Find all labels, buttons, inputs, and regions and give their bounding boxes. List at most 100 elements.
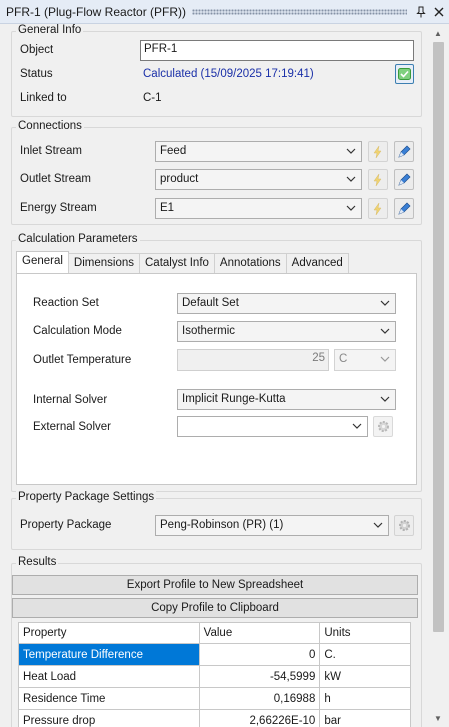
- outlet-stream-value: product: [160, 173, 199, 185]
- row-property[interactable]: Residence Time: [18, 687, 200, 710]
- object-label: Object: [20, 44, 54, 56]
- energy-stream-value: E1: [160, 202, 175, 214]
- chevron-down-icon: [380, 356, 390, 362]
- outlet-temperature-unit: C: [339, 353, 348, 365]
- scroll-down-icon[interactable]: ▼: [430, 710, 446, 726]
- general-info-title: General Info: [16, 24, 84, 36]
- table-row[interactable]: Temperature Difference 0 C.: [18, 643, 411, 666]
- calc-mode-label: Calculation Mode: [33, 325, 122, 337]
- row-property[interactable]: Pressure drop: [18, 709, 200, 727]
- table-header-row: Property Value Units: [18, 622, 411, 644]
- row-value[interactable]: 2,66226E-10: [198, 709, 321, 727]
- tab-annotations[interactable]: Annotations: [213, 253, 287, 273]
- chevron-down-icon: [373, 522, 383, 528]
- column-header-property[interactable]: Property: [18, 622, 200, 644]
- status-check-button[interactable]: [395, 64, 414, 84]
- inlet-create-stream-button[interactable]: [368, 141, 388, 162]
- outlet-temperature-field[interactable]: 25: [177, 349, 329, 371]
- outlet-temperature-label: Outlet Temperature: [33, 354, 132, 366]
- chevron-down-icon: [380, 396, 390, 402]
- row-value[interactable]: 0,16988: [198, 687, 321, 710]
- property-package-value: Peng-Robinson (PR) (1): [160, 519, 284, 531]
- row-value[interactable]: 0: [198, 643, 321, 666]
- row-units[interactable]: C.: [319, 643, 411, 666]
- lightning-icon: [373, 145, 382, 158]
- external-solver-select[interactable]: [177, 416, 368, 437]
- outlet-stream-label: Outlet Stream: [20, 173, 91, 185]
- reaction-set-value: Default Set: [182, 297, 239, 309]
- property-package-label: Property Package: [20, 519, 112, 531]
- pencil-eraser-icon: [398, 173, 411, 186]
- export-profile-button[interactable]: Export Profile to New Spreadsheet: [12, 575, 418, 595]
- chevron-down-icon: [352, 423, 362, 429]
- inlet-stream-value: Feed: [160, 145, 187, 157]
- energy-stream-label: Energy Stream: [20, 202, 97, 214]
- title-grip[interactable]: [192, 8, 407, 15]
- row-property[interactable]: Temperature Difference: [18, 643, 200, 666]
- outlet-disconnect-button[interactable]: [394, 169, 414, 190]
- lightning-icon: [373, 202, 382, 215]
- calc-mode-value: Isothermic: [182, 325, 236, 337]
- row-property[interactable]: Heat Load: [18, 665, 200, 688]
- tab-dimensions[interactable]: Dimensions: [67, 253, 140, 273]
- row-units[interactable]: kW: [319, 665, 411, 688]
- property-package-settings-button[interactable]: [394, 515, 414, 536]
- energy-create-stream-button[interactable]: [368, 198, 388, 219]
- status-value: Calculated (15/09/2025 17:19:41): [143, 68, 314, 80]
- inlet-disconnect-button[interactable]: [394, 141, 414, 162]
- gear-icon: [398, 520, 410, 531]
- calc-params-tabs: General Dimensions Catalyst Info Annotat…: [16, 251, 349, 273]
- outlet-create-stream-button[interactable]: [368, 169, 388, 190]
- inlet-stream-select[interactable]: Feed: [155, 141, 362, 162]
- internal-solver-select[interactable]: Implicit Runge-Kutta: [177, 389, 396, 410]
- table-row[interactable]: Residence Time 0,16988 h: [18, 687, 411, 710]
- energy-disconnect-button[interactable]: [394, 198, 414, 219]
- window-title: PFR-1 (Plug-Flow Reactor (PFR)): [6, 4, 187, 19]
- tab-catalyst-info[interactable]: Catalyst Info: [139, 253, 215, 273]
- connections-title: Connections: [16, 120, 84, 132]
- close-icon[interactable]: [431, 4, 447, 20]
- outlet-temperature-unit-select[interactable]: C: [334, 349, 396, 371]
- chevron-down-icon: [346, 205, 356, 211]
- external-solver-label: External Solver: [33, 421, 111, 433]
- chevron-down-icon: [380, 300, 390, 306]
- results-title: Results: [16, 556, 59, 568]
- outlet-stream-select[interactable]: product: [155, 169, 362, 190]
- reaction-set-select[interactable]: Default Set: [177, 293, 396, 314]
- internal-solver-label: Internal Solver: [33, 394, 108, 406]
- table-row[interactable]: Heat Load -54,5999 kW: [18, 665, 411, 688]
- energy-stream-select[interactable]: E1: [155, 198, 362, 219]
- lightning-icon: [373, 173, 382, 186]
- tab-general[interactable]: General: [16, 251, 69, 273]
- scroll-up-icon[interactable]: ▲: [430, 25, 446, 41]
- chevron-down-icon: [346, 148, 356, 154]
- copy-profile-button[interactable]: Copy Profile to Clipboard: [12, 598, 418, 618]
- object-name-field[interactable]: PFR-1: [140, 40, 414, 61]
- calc-params-title: Calculation Parameters: [16, 233, 140, 245]
- status-label: Status: [20, 68, 53, 80]
- pencil-eraser-icon: [398, 202, 411, 215]
- pin-icon[interactable]: [413, 4, 429, 20]
- internal-solver-value: Implicit Runge-Kutta: [182, 393, 286, 405]
- external-solver-settings-button[interactable]: [373, 416, 393, 437]
- vertical-scrollbar[interactable]: ▲ ▼: [430, 24, 446, 727]
- table-row[interactable]: Pressure drop 2,66226E-10 bar: [18, 709, 411, 727]
- linked-to-value: C-1: [143, 92, 162, 104]
- column-header-value[interactable]: Value: [198, 622, 321, 644]
- property-package-title: Property Package Settings: [16, 491, 157, 503]
- tab-advanced[interactable]: Advanced: [285, 253, 349, 273]
- inlet-stream-label: Inlet Stream: [20, 145, 82, 157]
- row-units[interactable]: h: [319, 687, 411, 710]
- pencil-eraser-icon: [398, 145, 411, 158]
- scrollbar-thumb[interactable]: [433, 42, 444, 632]
- row-value[interactable]: -54,5999: [198, 665, 321, 688]
- calc-mode-select[interactable]: Isothermic: [177, 321, 396, 342]
- linked-to-label: Linked to: [20, 92, 67, 104]
- reaction-set-label: Reaction Set: [33, 297, 99, 309]
- results-table: Property Value Units Temperature Differe…: [18, 622, 411, 727]
- gear-icon: [377, 421, 389, 432]
- column-header-units[interactable]: Units: [319, 622, 411, 644]
- checkmark-icon: [398, 68, 411, 80]
- property-package-select[interactable]: Peng-Robinson (PR) (1): [155, 515, 389, 536]
- row-units[interactable]: bar: [319, 709, 411, 727]
